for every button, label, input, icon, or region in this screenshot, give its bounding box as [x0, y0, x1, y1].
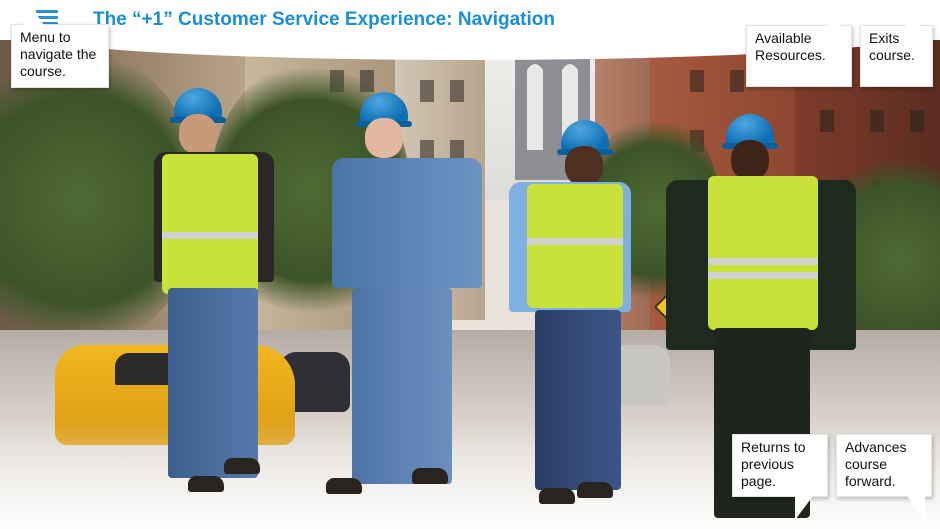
page-title: The “+1” Customer Service Experience: Na… [93, 9, 555, 30]
worker-hands-on-hips [322, 92, 482, 512]
exit-callout: Exits course. [860, 4, 933, 87]
back-callout: Returns to previous page. [732, 434, 828, 520]
worker-hands-on-hips-2 [505, 120, 635, 520]
worker-arms-crossed [150, 88, 280, 508]
next-callout: Advances course forward. [836, 434, 932, 520]
menu-callout: Menu to navigate the course. [11, 11, 109, 88]
resources-callout: Available Resources. [746, 4, 852, 87]
